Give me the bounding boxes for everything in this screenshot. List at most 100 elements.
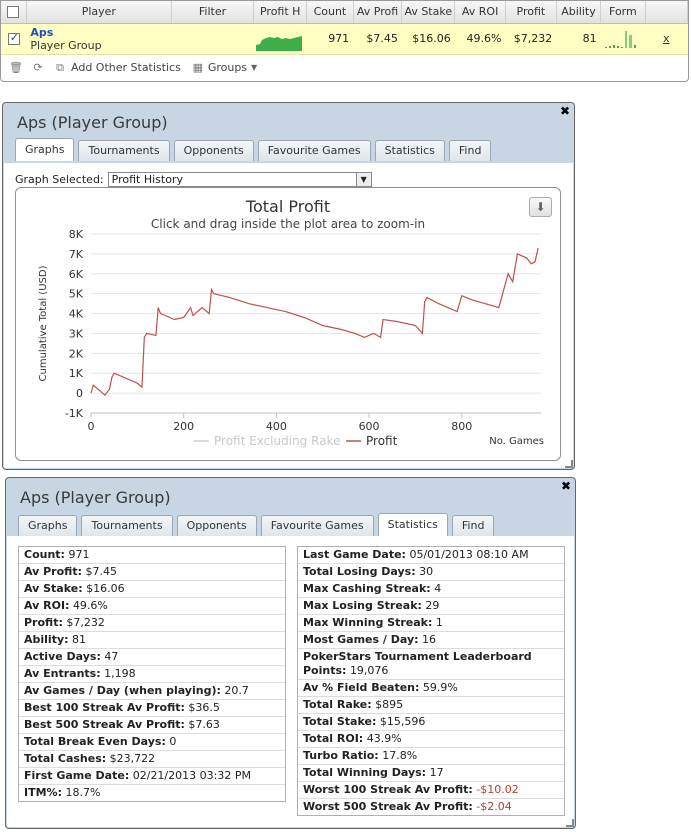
stat-value: $23,722: [109, 752, 156, 765]
stat-value: 81: [72, 633, 87, 646]
trash-icon[interactable]: 🗑: [9, 61, 23, 74]
form-bars: [604, 30, 636, 48]
select-all-checkbox[interactable]: [7, 6, 20, 19]
graph-panel: Aps (Player Group) ✖ Graphs Tournaments …: [2, 102, 575, 470]
stat-label: Most Games / Day:: [303, 633, 419, 646]
col-header-av-profit[interactable]: Av Profi: [353, 1, 403, 24]
stat-row: Max Losing Streak: 29: [298, 598, 564, 615]
stat-label: Profit:: [24, 616, 63, 629]
y-tick-label: 6K: [69, 268, 84, 281]
panel-tabs: Graphs Tournaments Opponents Favourite G…: [18, 513, 498, 536]
col-header-player[interactable]: Player: [26, 1, 172, 24]
col-header-profit-history[interactable]: Profit H: [253, 1, 308, 24]
select-all-header[interactable]: [1, 1, 27, 24]
player-cell[interactable]: Aps Player Group: [26, 23, 172, 55]
tab-graphs[interactable]: Graphs: [15, 138, 75, 161]
stat-label: Best 100 Streak Av Profit:: [24, 701, 185, 714]
row-checkbox[interactable]: [7, 31, 20, 45]
tab-tournaments[interactable]: Tournaments: [78, 140, 170, 161]
groups-label: Groups: [207, 61, 248, 74]
stat-value: 0: [169, 735, 177, 748]
tab-find[interactable]: Find: [451, 515, 495, 536]
stat-row: Av Profit: $7.45: [19, 564, 285, 581]
stat-value: 20.7: [224, 684, 249, 697]
remove-row-link[interactable]: x: [663, 32, 670, 45]
stat-value: 05/01/2013 08:10 AM: [409, 548, 529, 561]
tab-favourite-games[interactable]: Favourite Games: [260, 515, 374, 536]
stat-value: $7.45: [85, 565, 117, 578]
profit-cell: $7,232: [505, 23, 557, 55]
tab-find[interactable]: Find: [448, 140, 492, 161]
chart-container[interactable]: -1K 0 1K 2K 3K 4K 5K 6K 7K 8K 0 200 400 600 800 Cumulat…: [15, 187, 561, 461]
remove-cell[interactable]: x: [645, 23, 688, 55]
stat-row: Turbo Ratio: 17.8%: [298, 748, 564, 765]
player-name[interactable]: Aps: [30, 26, 167, 39]
sparkline-area: [255, 35, 302, 51]
stat-row: Count: 971: [19, 547, 285, 564]
stat-label: Total Break Even Days:: [24, 735, 166, 748]
tab-statistics[interactable]: Statistics: [377, 513, 448, 536]
groups-menu-button[interactable]: ▦ Groups ▼: [191, 61, 258, 74]
add-other-statistics-button[interactable]: ⧉ Add Other Statistics: [53, 61, 181, 75]
ability-cell: 81: [556, 23, 601, 55]
close-icon[interactable]: ✖: [560, 104, 570, 118]
x-tick-label: 400: [266, 420, 287, 433]
stat-value: 59.9%: [422, 681, 458, 694]
tab-opponents[interactable]: Opponents: [176, 515, 257, 536]
stat-row: Profit: $7,232: [19, 615, 285, 632]
col-header-av-stake[interactable]: Av Stake: [401, 1, 456, 24]
stat-row: Total ROI: 43.9%: [298, 731, 564, 748]
stat-value: 17: [429, 766, 444, 779]
col-header-ability[interactable]: Ability: [556, 1, 602, 24]
col-header-filter[interactable]: Filter: [171, 1, 255, 24]
tab-statistics[interactable]: Statistics: [374, 140, 445, 161]
close-icon[interactable]: ✖: [561, 479, 571, 493]
add-other-statistics-label: Add Other Statistics: [71, 61, 181, 74]
stat-row: Best 100 Streak Av Profit: $36.5: [19, 700, 285, 717]
stat-row: Total Winning Days: 17: [298, 765, 564, 782]
stat-row: Av Games / Day (when playing): 20.7: [19, 683, 285, 700]
resize-handle[interactable]: [565, 460, 573, 468]
stat-label: Active Days:: [24, 650, 101, 663]
table-row[interactable]: Aps Player Group 971 $7.45 $16.06 49.6% …: [1, 23, 688, 55]
refresh-icon[interactable]: ⟳: [31, 61, 45, 74]
stat-value: 47: [104, 650, 119, 663]
stat-row: Max Cashing Streak: 4: [298, 581, 564, 598]
stat-label: Best 500 Streak Av Profit:: [24, 718, 185, 731]
stat-row: Total Break Even Days: 0: [19, 734, 285, 751]
stat-row: Av Stake: $16.06: [19, 581, 285, 598]
stat-value: $36.5: [188, 701, 220, 714]
stat-value: 4: [434, 582, 442, 595]
results-table-panel: Player Filter Profit H Count Av Profi Av…: [0, 0, 689, 82]
stat-row: ITM%: 18.7%: [19, 785, 285, 801]
col-header-profit[interactable]: Profit: [505, 1, 557, 24]
stat-label: Max Losing Streak:: [303, 599, 422, 612]
dropdown-arrow-icon[interactable]: ▼: [355, 173, 371, 186]
stat-label: Max Cashing Streak:: [303, 582, 431, 595]
download-icon[interactable]: ⬇: [529, 197, 552, 217]
col-header-count[interactable]: Count: [306, 1, 354, 24]
y-tick-label: 4K: [69, 308, 84, 321]
stat-row: Total Cashes: $23,722: [19, 751, 285, 768]
tab-graphs[interactable]: Graphs: [18, 515, 78, 536]
stat-row: Worst 500 Streak Av Profit: -$2.04: [298, 799, 564, 815]
stat-row: Most Games / Day: 16: [298, 632, 564, 649]
y-tick-label: 5K: [69, 288, 84, 301]
graph-select-dropdown[interactable]: Profit History ▼: [107, 172, 372, 187]
x-tick-label: 200: [173, 420, 194, 433]
form-bar: [624, 30, 627, 48]
resize-handle[interactable]: [566, 819, 574, 827]
col-header-form[interactable]: Form: [600, 1, 646, 24]
count-cell: 971: [306, 23, 354, 55]
stat-value: $7,232: [66, 616, 105, 629]
stat-value: 49.6%: [72, 599, 108, 612]
tab-tournaments[interactable]: Tournaments: [81, 515, 173, 536]
col-header-av-roi[interactable]: Av ROI: [454, 1, 506, 24]
row-select-cell[interactable]: [1, 23, 27, 55]
y-tick-label: 0: [76, 387, 83, 400]
grid-icon: ▦: [192, 61, 204, 74]
stat-value: -$10.02: [476, 783, 519, 796]
tab-opponents[interactable]: Opponents: [173, 140, 254, 161]
form-bar: [628, 34, 632, 48]
tab-favourite-games[interactable]: Favourite Games: [257, 140, 371, 161]
